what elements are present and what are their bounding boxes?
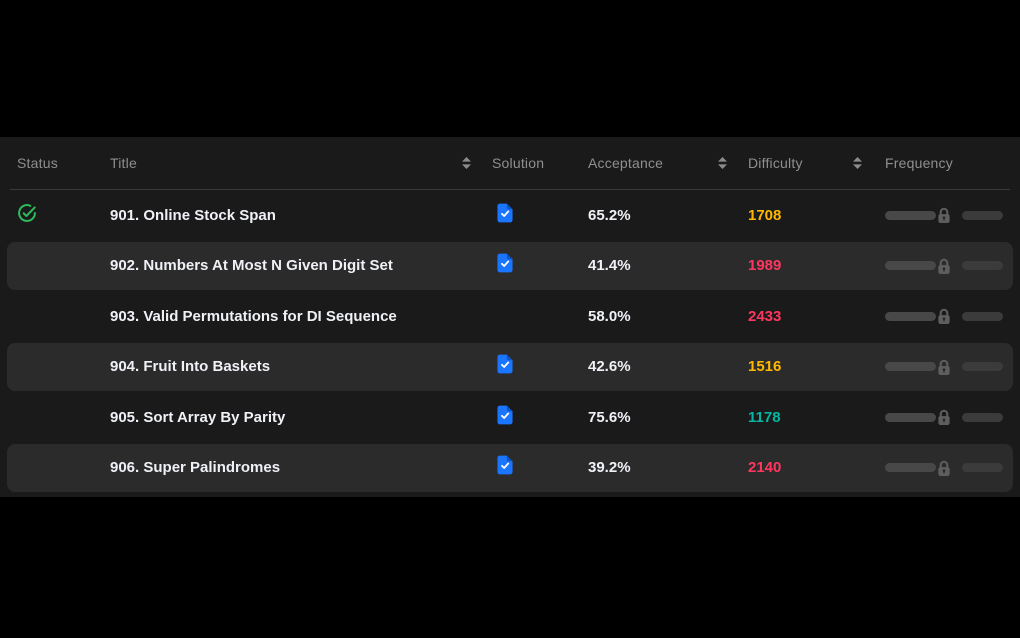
- header-difficulty[interactable]: Difficulty: [738, 155, 870, 171]
- lock-icon: [937, 459, 952, 476]
- frequency-bar-left: [885, 362, 936, 371]
- lock-icon: [937, 409, 952, 426]
- frequency-bar-right: [962, 463, 1003, 472]
- problem-title-link[interactable]: 904. Fruit Into Baskets: [110, 358, 270, 375]
- difficulty-rating: 1708: [748, 207, 781, 224]
- solution-doc-icon[interactable]: [497, 354, 513, 379]
- table-row[interactable]: 902. Numbers At Most N Given Digit Set 4…: [0, 241, 1020, 292]
- frequency-bar[interactable]: [885, 211, 1003, 220]
- solution-doc-icon[interactable]: [497, 405, 513, 430]
- solution-doc-icon[interactable]: [497, 455, 513, 480]
- header-title-label: Title: [110, 155, 137, 171]
- frequency-bar-left: [885, 413, 936, 422]
- difficulty-rating: 2433: [748, 308, 781, 325]
- problem-title-link[interactable]: 902. Numbers At Most N Given Digit Set: [110, 257, 393, 274]
- lock-icon: [937, 257, 952, 274]
- problem-title-link[interactable]: 903. Valid Permutations for DI Sequence: [110, 308, 397, 325]
- difficulty-rating: 1989: [748, 257, 781, 274]
- acceptance-value: 65.2%: [588, 207, 631, 224]
- frequency-bar-right: [962, 362, 1003, 371]
- problem-title-link[interactable]: 905. Sort Array By Parity: [110, 409, 285, 426]
- screen: Status Title Solution Acceptance Difficu…: [0, 0, 1020, 638]
- sort-icon[interactable]: [717, 157, 728, 169]
- frequency-bar[interactable]: [885, 463, 1003, 472]
- lock-icon: [937, 207, 952, 224]
- table-row[interactable]: 905. Sort Array By Parity 75.6% 1178: [0, 392, 1020, 443]
- header-status: Status: [0, 155, 110, 171]
- header-acceptance-label: Acceptance: [588, 155, 663, 171]
- frequency-bar[interactable]: [885, 413, 1003, 422]
- header-solution: Solution: [480, 155, 576, 171]
- frequency-bar-right: [962, 261, 1003, 270]
- solution-doc-icon[interactable]: [497, 203, 513, 228]
- lock-icon: [937, 308, 952, 325]
- frequency-bar-right: [962, 312, 1003, 321]
- solution-doc-icon[interactable]: [497, 253, 513, 278]
- difficulty-rating: 1516: [748, 358, 781, 375]
- problem-list-table: Status Title Solution Acceptance Difficu…: [0, 137, 1020, 497]
- header-difficulty-label: Difficulty: [748, 155, 803, 171]
- table-row[interactable]: 903. Valid Permutations for DI Sequence …: [0, 291, 1020, 342]
- frequency-bar-left: [885, 312, 936, 321]
- header-solution-label: Solution: [492, 155, 544, 171]
- header-frequency-label: Frequency: [885, 155, 953, 171]
- acceptance-value: 58.0%: [588, 308, 631, 325]
- header-status-label: Status: [17, 155, 58, 171]
- frequency-bar-right: [962, 211, 1003, 220]
- acceptance-value: 39.2%: [588, 459, 631, 476]
- difficulty-rating: 1178: [748, 409, 781, 426]
- table-row[interactable]: 901. Online Stock Span 65.2% 1708: [0, 190, 1020, 241]
- frequency-bar-left: [885, 261, 936, 270]
- frequency-bar-left: [885, 463, 936, 472]
- frequency-bar[interactable]: [885, 312, 1003, 321]
- header-frequency: Frequency: [870, 155, 1020, 171]
- frequency-bar-left: [885, 211, 936, 220]
- solved-check-icon: [17, 203, 37, 228]
- table-row[interactable]: 904. Fruit Into Baskets 42.6% 1516: [0, 342, 1020, 393]
- acceptance-value: 41.4%: [588, 257, 631, 274]
- sort-icon[interactable]: [852, 157, 863, 169]
- problem-title-link[interactable]: 901. Online Stock Span: [110, 207, 276, 224]
- header-title[interactable]: Title: [110, 155, 480, 171]
- difficulty-rating: 2140: [748, 459, 781, 476]
- frequency-bar[interactable]: [885, 362, 1003, 371]
- lock-icon: [937, 358, 952, 375]
- problem-title-link[interactable]: 906. Super Palindromes: [110, 459, 280, 476]
- table-header: Status Title Solution Acceptance Difficu…: [0, 137, 1020, 189]
- frequency-bar-right: [962, 413, 1003, 422]
- sort-icon[interactable]: [461, 157, 472, 169]
- table-body: 901. Online Stock Span 65.2% 1708: [0, 190, 1020, 493]
- table-row[interactable]: 906. Super Palindromes 39.2% 2140: [0, 443, 1020, 494]
- header-acceptance[interactable]: Acceptance: [576, 155, 738, 171]
- acceptance-value: 75.6%: [588, 409, 631, 426]
- acceptance-value: 42.6%: [588, 358, 631, 375]
- frequency-bar[interactable]: [885, 261, 1003, 270]
